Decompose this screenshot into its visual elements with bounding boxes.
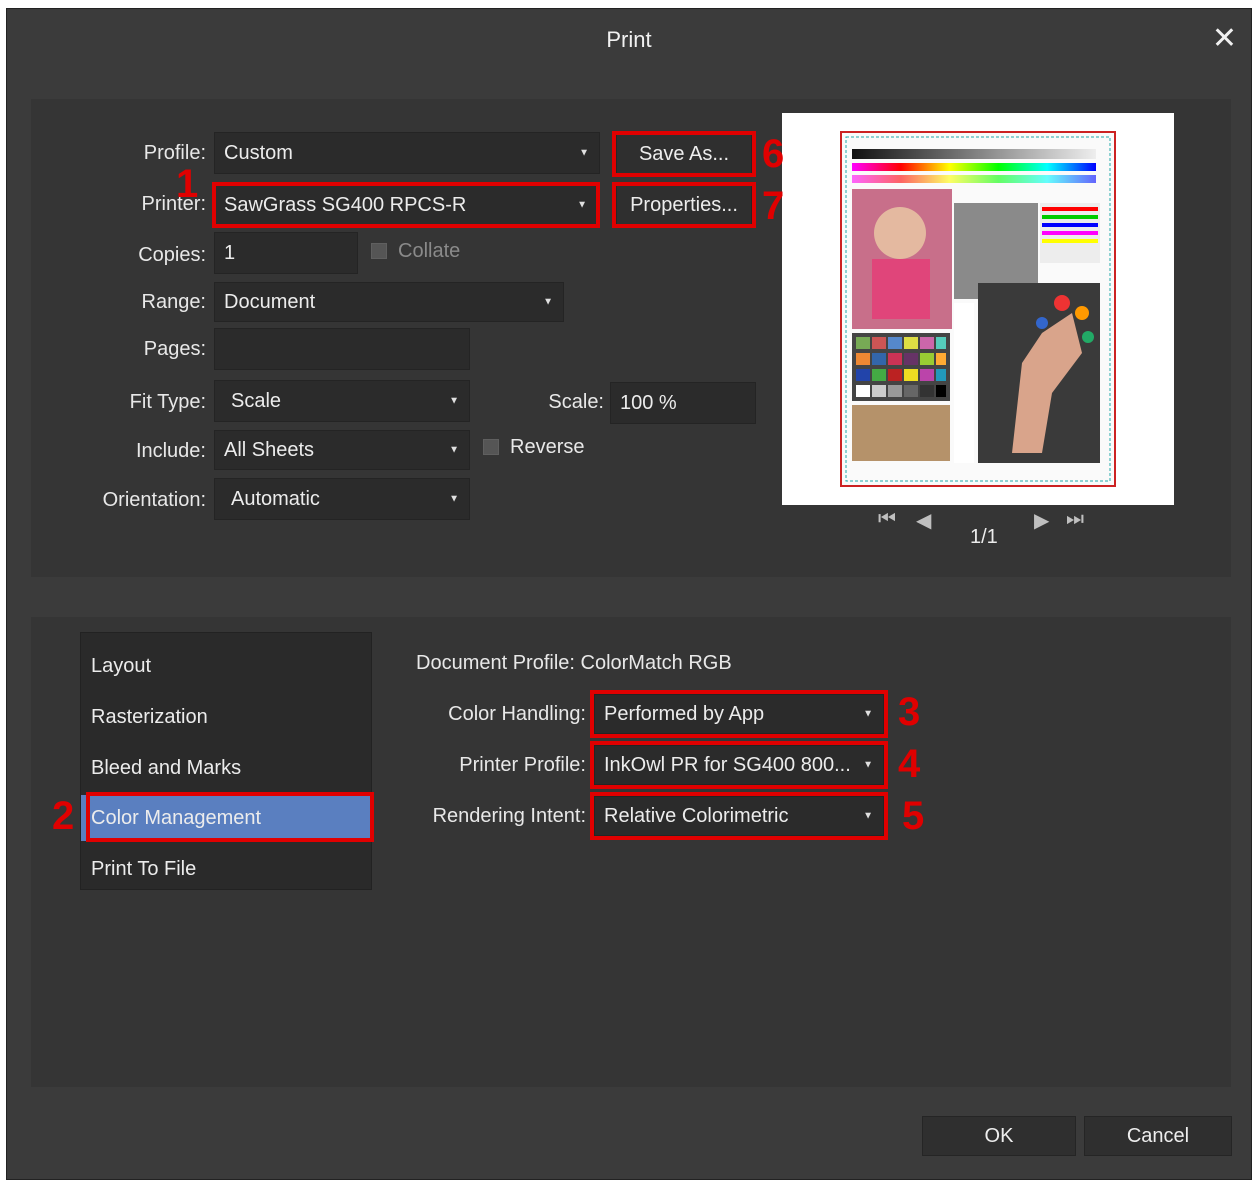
- profile-dropdown[interactable]: Custom ▼: [214, 132, 600, 174]
- include-value: All Sheets: [224, 438, 315, 461]
- pages-label: Pages:: [143, 338, 206, 360]
- profile-value: Custom: [224, 141, 293, 164]
- fit-type-value: Scale: [231, 389, 282, 412]
- orientation-dropdown[interactable]: Automatic ▼: [214, 478, 470, 520]
- color-handling-dropdown[interactable]: Performed by App ▼: [594, 694, 884, 734]
- copies-label: Copies:: [138, 244, 206, 266]
- include-label: Include:: [135, 440, 206, 462]
- rendering-intent-label: Rendering Intent:: [432, 805, 586, 827]
- dialog-title: Print: [606, 27, 652, 52]
- annotation-number-2: 2: [52, 794, 75, 838]
- annotation-number-4: 4: [898, 742, 921, 786]
- rendering-intent-dropdown[interactable]: Relative Colorimetric ▼: [594, 796, 884, 836]
- print-preview: [782, 113, 1174, 505]
- pages-input[interactable]: [214, 328, 470, 370]
- printer-dropdown[interactable]: SawGrass SG400 RPCS-R ▼: [214, 184, 598, 226]
- scale-value: 100 %: [620, 391, 677, 414]
- chevron-down-icon: ▼: [449, 395, 459, 407]
- document-profile-text: Document Profile: ColorMatch RGB: [416, 652, 732, 674]
- annotation-number-3: 3: [898, 690, 921, 734]
- sidebar-item-color-management[interactable]: Color Management: [81, 795, 371, 841]
- range-dropdown[interactable]: Document ▼: [214, 282, 564, 322]
- copies-input[interactable]: 1: [214, 232, 358, 274]
- orientation-value: Automatic: [231, 487, 320, 510]
- scale-label: Scale:: [548, 391, 604, 413]
- last-page-icon[interactable]: ⏭: [1066, 508, 1084, 531]
- annotation-number-1: 1: [176, 162, 199, 206]
- preview-page: [840, 131, 1116, 487]
- color-handling-value: Performed by App: [604, 702, 765, 725]
- sidebar-item-print-to-file[interactable]: Print To File: [81, 846, 371, 892]
- orientation-label: Orientation:: [102, 489, 206, 511]
- annotation-number-6: 6: [762, 132, 785, 176]
- printer-profile-value: InkOwl PR for SG400 800...: [604, 753, 851, 776]
- page-indicator: 1/1: [970, 526, 998, 548]
- sidebar-item-rasterization[interactable]: Rasterization: [81, 694, 371, 740]
- reverse-checkbox[interactable]: [483, 439, 499, 455]
- chevron-down-icon: ▼: [543, 296, 553, 308]
- printer-profile-label: Printer Profile:: [459, 754, 586, 776]
- range-label: Range:: [141, 291, 207, 313]
- color-handling-label: Color Handling:: [448, 703, 586, 725]
- collate-label: Collate: [398, 240, 461, 262]
- chevron-down-icon: ▼: [449, 493, 459, 505]
- settings-category-list: Layout Rasterization Bleed and Marks Col…: [80, 632, 372, 890]
- include-dropdown[interactable]: All Sheets ▼: [214, 430, 470, 470]
- chevron-down-icon: ▼: [579, 147, 589, 159]
- first-page-icon[interactable]: ⏮: [878, 508, 896, 531]
- ok-button[interactable]: OK: [922, 1116, 1076, 1156]
- annotation-number-7: 7: [762, 184, 785, 228]
- previous-page-icon[interactable]: ◀: [916, 508, 931, 533]
- range-value: Document: [224, 290, 316, 313]
- fit-type-dropdown[interactable]: Scale ▼: [214, 380, 470, 422]
- chevron-down-icon: ▼: [449, 444, 459, 456]
- sidebar-item-bleed-and-marks[interactable]: Bleed and Marks: [81, 745, 371, 791]
- printer-value: SawGrass SG400 RPCS-R: [224, 193, 467, 216]
- close-icon[interactable]: ✕: [1212, 19, 1237, 59]
- chevron-down-icon: ▼: [863, 810, 873, 822]
- properties-button[interactable]: Properties...: [616, 185, 752, 225]
- sidebar-item-layout[interactable]: Layout: [81, 643, 371, 689]
- chevron-down-icon: ▼: [863, 759, 873, 771]
- chevron-down-icon: ▼: [863, 708, 873, 720]
- copies-value: 1: [224, 241, 236, 264]
- test-page-image: [845, 136, 1111, 482]
- annotation-number-5: 5: [902, 794, 925, 838]
- cancel-button[interactable]: Cancel: [1084, 1116, 1232, 1156]
- rendering-intent-value: Relative Colorimetric: [604, 804, 789, 827]
- chevron-down-icon: ▼: [577, 199, 587, 211]
- save-as-button[interactable]: Save As...: [616, 134, 752, 174]
- scale-input[interactable]: 100 %: [610, 382, 756, 424]
- collate-checkbox[interactable]: [371, 243, 387, 259]
- printer-profile-dropdown[interactable]: InkOwl PR for SG400 800... ▼: [594, 745, 884, 785]
- reverse-label: Reverse: [510, 436, 585, 458]
- fit-type-label: Fit Type:: [129, 391, 206, 413]
- next-page-icon[interactable]: ▶: [1034, 508, 1049, 533]
- title-bar: Print ✕: [7, 9, 1251, 73]
